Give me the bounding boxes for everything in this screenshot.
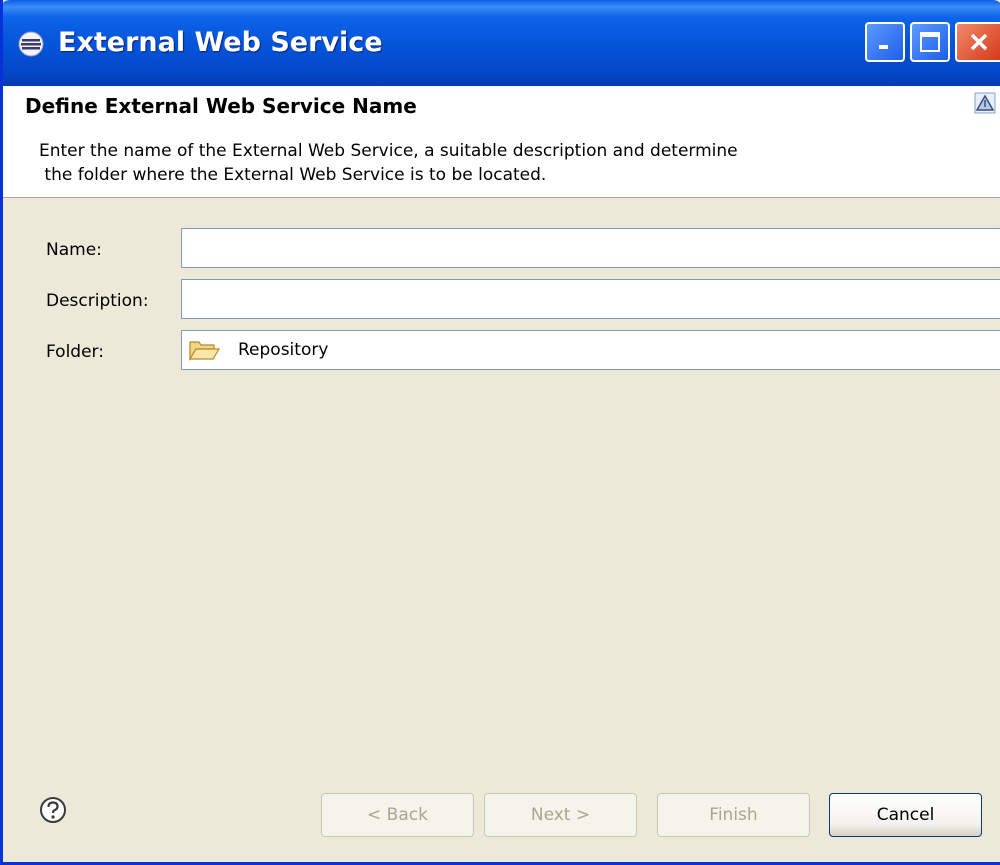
minimize-icon bbox=[879, 45, 888, 49]
maximize-button[interactable] bbox=[910, 22, 950, 62]
dialog-window: External Web Service Define External Web… bbox=[0, 0, 1000, 865]
page-title: Define External Web Service Name bbox=[25, 94, 417, 118]
description-label: Description: bbox=[46, 291, 149, 311]
page-description: Enter the name of the External Web Servi… bbox=[39, 141, 738, 185]
back-button[interactable]: < Back bbox=[321, 793, 474, 837]
wizard-banner-icon bbox=[974, 92, 996, 114]
close-button[interactable] bbox=[955, 22, 1000, 62]
wizard-header: Define External Web Service Name Enter t… bbox=[3, 86, 1000, 198]
minimize-button[interactable] bbox=[865, 22, 905, 62]
open-folder-icon bbox=[188, 341, 220, 362]
cancel-button[interactable]: Cancel bbox=[829, 793, 982, 837]
finish-button[interactable]: Finish bbox=[657, 793, 810, 837]
help-icon[interactable] bbox=[39, 796, 67, 824]
folder-field[interactable]: Repository bbox=[181, 330, 1000, 370]
next-button[interactable]: Next > bbox=[484, 793, 637, 837]
title-bar[interactable]: External Web Service bbox=[3, 0, 1000, 86]
description-input[interactable] bbox=[181, 279, 1000, 319]
eclipse-app-icon bbox=[18, 31, 44, 57]
maximize-icon bbox=[920, 32, 940, 52]
name-input[interactable] bbox=[181, 228, 1000, 268]
close-icon bbox=[970, 33, 988, 51]
folder-label: Folder: bbox=[46, 342, 104, 362]
name-label: Name: bbox=[46, 240, 102, 260]
window-title: External Web Service bbox=[58, 27, 383, 58]
folder-value: Repository bbox=[238, 340, 329, 360]
